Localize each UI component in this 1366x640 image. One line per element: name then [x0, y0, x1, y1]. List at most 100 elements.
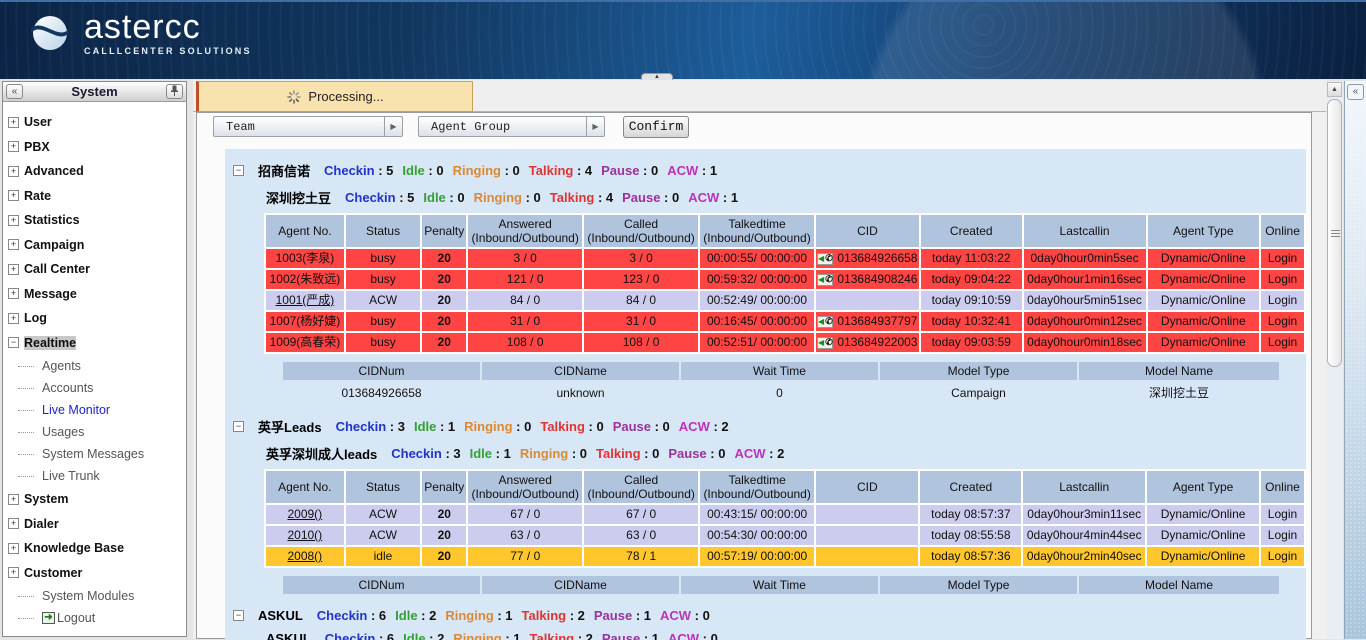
lastcallin-cell: 0day0hour0min18sec — [1024, 333, 1146, 352]
called-cell: 3 / 0 — [584, 249, 698, 268]
pin-icon[interactable] — [166, 84, 183, 99]
collapse-icon[interactable]: − — [8, 337, 19, 348]
expand-icon[interactable]: + — [8, 239, 19, 250]
stat-value: : 5 — [396, 190, 415, 205]
expand-icon[interactable]: + — [8, 166, 19, 177]
chevron-right-icon[interactable]: ▶ — [586, 117, 604, 136]
lastcallin-cell: 0day0hour3min11sec — [1023, 505, 1145, 524]
status-cell: ACW — [346, 505, 421, 524]
talkedtime-cell: 00:59:32/ 00:00:00 — [700, 270, 814, 289]
sidebar-item-live-trunk[interactable]: Live Trunk — [18, 465, 186, 487]
expand-icon[interactable]: + — [8, 518, 19, 529]
confirm-button[interactable]: Confirm — [623, 116, 689, 138]
online-cell: Login — [1261, 249, 1304, 268]
cid-cell-wrap — [816, 526, 918, 545]
scroll-up-icon[interactable]: ▲ — [1327, 82, 1342, 97]
expand-icon[interactable]: + — [8, 264, 19, 275]
sidebar-item-logout[interactable]: ➜Logout — [18, 607, 186, 629]
expand-panel-icon[interactable]: « — [1347, 84, 1364, 100]
collapse-icon[interactable]: − — [233, 165, 244, 176]
sidebar-item-advanced[interactable]: +Advanced — [8, 159, 186, 184]
sidebar-item-pbx[interactable]: +PBX — [8, 135, 186, 160]
stat-talking: Talking : 4 — [529, 163, 592, 178]
vertical-scrollbar[interactable]: ▲ — [1326, 81, 1343, 639]
sidebar-item-accounts[interactable]: Accounts — [18, 377, 186, 399]
sidebar-item-rate[interactable]: + Rate — [8, 184, 186, 209]
sidebar-item-customer[interactable]: +Customer — [8, 561, 186, 586]
expand-icon[interactable]: + — [8, 141, 19, 152]
agent-type-cell: Dynamic/Online — [1148, 312, 1260, 331]
sidebar-item-label: System Modules — [42, 589, 134, 603]
stat-label: Pause — [613, 419, 651, 434]
group-stats: Checkin : 5Idle : 0Ringing : 0Talking : … — [345, 190, 747, 205]
sidebar-item-label: Dialer — [24, 517, 59, 531]
sidebar-item-system[interactable]: +System — [8, 487, 186, 512]
column-header: CIDNum — [283, 576, 480, 594]
stat-value: : 4 — [594, 190, 613, 205]
sidebar-item-dialer[interactable]: + Dialer — [8, 512, 186, 537]
stat-label: Idle — [414, 419, 436, 434]
agent-no-cell[interactable]: 2008() — [266, 547, 344, 566]
penalty-cell: 20 — [422, 249, 466, 268]
agent-group-dropdown-label: Agent Group — [419, 120, 586, 134]
stat-acw: ACW : 1 — [688, 190, 738, 205]
queue-name: 英孚深圳成人leads — [266, 444, 377, 463]
expand-icon[interactable]: + — [8, 190, 19, 201]
agent-row: 1003(李泉)busy203 / 03 / 000:00:55/ 00:00:… — [266, 249, 1304, 268]
queue-name: 深圳挖土豆 — [266, 188, 331, 207]
expand-icon[interactable]: + — [8, 288, 19, 299]
stat-value: : 2 — [710, 419, 729, 434]
sidebar-item-label: Rate — [24, 189, 51, 203]
sidebar-item-realtime[interactable]: −Realtime — [8, 331, 186, 356]
tab-processing[interactable]: Processing... — [196, 81, 473, 112]
collapse-icon[interactable]: − — [233, 610, 244, 621]
stat-value: : 0 — [568, 446, 587, 461]
expand-icon[interactable]: + — [8, 313, 19, 324]
stat-value: : 3 — [442, 446, 461, 461]
expand-icon[interactable]: + — [8, 567, 19, 578]
stat-value: : 0 — [425, 163, 444, 178]
agents-table: Agent No.StatusPenaltyAnswered(Inbound/O… — [264, 213, 1306, 354]
column-header: Called(Inbound/Outbound) — [584, 471, 698, 503]
called-cell: 108 / 0 — [584, 333, 698, 352]
sidebar-item-message[interactable]: +Message — [8, 282, 186, 307]
expand-icon[interactable]: + — [8, 117, 19, 128]
expand-icon[interactable]: + — [8, 543, 19, 554]
cid-number: 013684922003 — [837, 335, 917, 350]
column-header: CID — [816, 471, 918, 503]
expand-icon[interactable]: + — [8, 494, 19, 505]
sidebar-item-user[interactable]: +User — [8, 110, 186, 135]
group-name: ASKUL — [258, 608, 303, 623]
tree-connector — [18, 388, 34, 389]
stat-value: : 0 — [513, 419, 532, 434]
penalty-cell: 20 — [422, 291, 466, 310]
talkedtime-cell: 00:57:19/ 00:00:00 — [700, 547, 814, 566]
sidebar-item-knowledge-base[interactable]: +Knowledge Base — [8, 536, 186, 561]
column-header: Online — [1261, 471, 1304, 503]
agent-group-dropdown[interactable]: Agent Group ▶ — [418, 116, 605, 137]
collapse-icon[interactable]: − — [233, 421, 244, 432]
sidebar-item-system-modules[interactable]: System Modules — [18, 585, 186, 607]
agent-no-cell[interactable]: 2009() — [266, 505, 344, 524]
team-dropdown[interactable]: Team ▶ — [213, 116, 403, 137]
phone-glyph: ✆ — [825, 254, 833, 263]
chevron-right-icon[interactable]: ▶ — [384, 117, 402, 136]
sidebar-item-log[interactable]: +Log — [8, 306, 186, 331]
sidebar-item-campaign[interactable]: +Campaign — [8, 233, 186, 258]
sidebar-item-call-center[interactable]: +Call Center — [8, 257, 186, 282]
status-cell: busy — [346, 333, 420, 352]
cid-cell-wrap: ◀✆013684922003 — [816, 333, 919, 352]
expand-icon[interactable]: + — [8, 215, 19, 226]
scrollbar-thumb[interactable] — [1327, 99, 1342, 367]
talkedtime-cell: 00:52:49/ 00:00:00 — [700, 291, 814, 310]
sidebar-item-agents[interactable]: Agents — [18, 355, 186, 377]
sidebar-collapse-icon[interactable]: « — [6, 84, 23, 99]
sidebar-item-statistics[interactable]: +Statistics — [8, 208, 186, 233]
agent-no-cell[interactable]: 2010() — [266, 526, 344, 545]
agent-no-cell[interactable]: 1001(严成) — [266, 291, 344, 310]
sidebar-item-usages[interactable]: Usages — [18, 421, 186, 443]
sidebar-item-system-messages[interactable]: System Messages — [18, 443, 186, 465]
sidebar-item-live-monitor[interactable]: Live Monitor — [18, 399, 186, 421]
agent-row: 1002(朱致远)busy20121 / 0123 / 000:59:32/ 0… — [266, 270, 1304, 289]
sidebar-tree: +User+PBX+Advanced+Rate+Statistics+Campa… — [3, 102, 186, 629]
